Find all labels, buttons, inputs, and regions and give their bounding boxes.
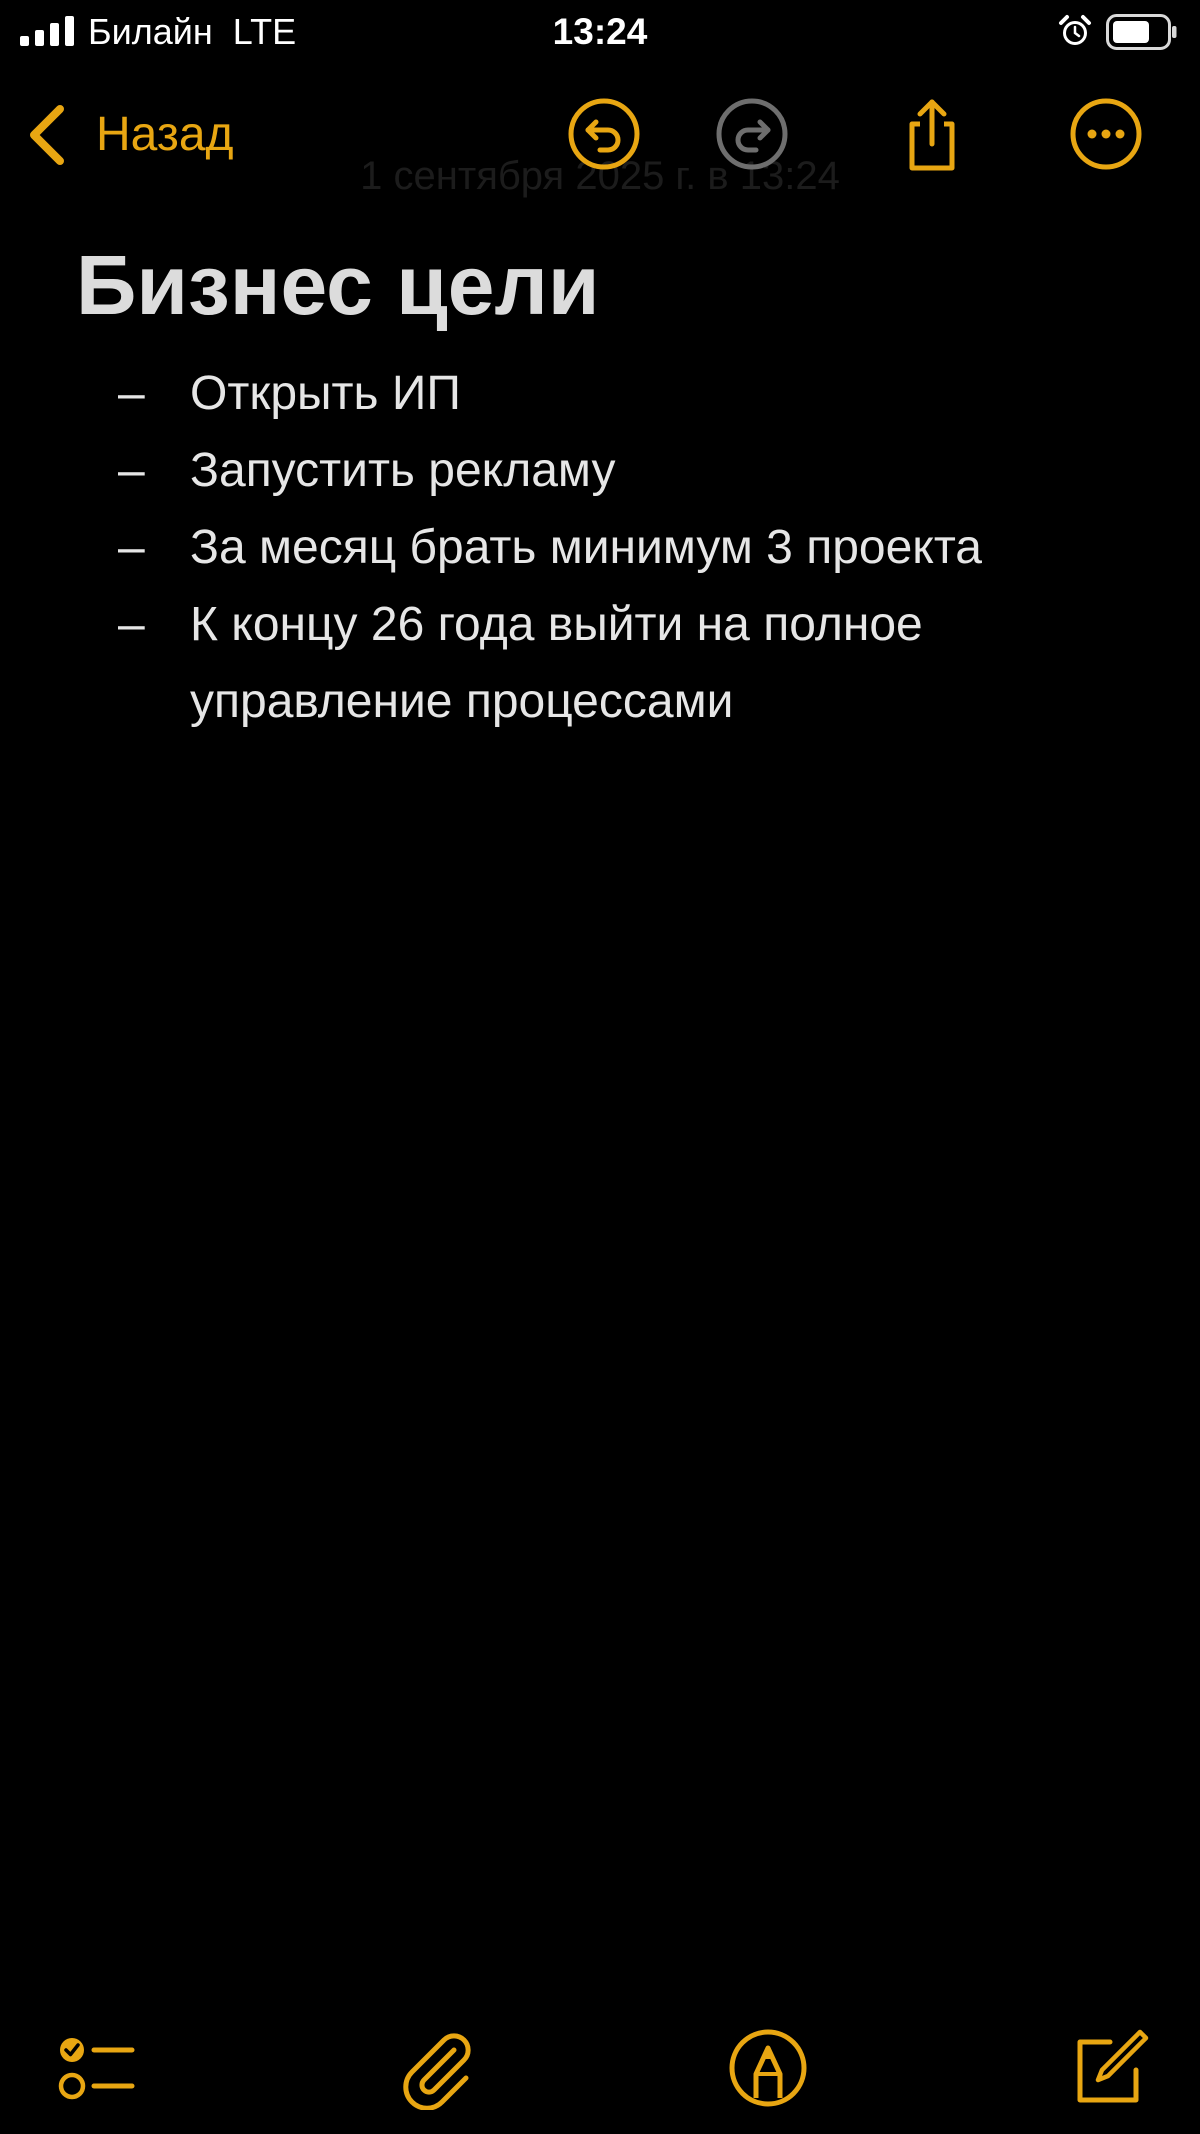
share-button[interactable] xyxy=(894,96,970,172)
undo-icon xyxy=(568,98,640,170)
redo-button[interactable] xyxy=(714,96,790,172)
paperclip-icon xyxy=(403,2033,471,2110)
list-dash: – xyxy=(118,367,145,420)
battery-icon xyxy=(1106,14,1177,50)
more-icon xyxy=(1070,98,1142,170)
list-dash: – xyxy=(118,444,145,497)
list-item-text: Открыть ИП xyxy=(190,367,461,420)
compose-icon xyxy=(1077,2029,1149,2103)
list-item: – К концу 26 года выйти на полное управл… xyxy=(0,586,1200,740)
note-list: – Открыть ИП – Запустить рекламу – За ме… xyxy=(0,355,1200,740)
compose-button[interactable] xyxy=(1066,2026,1150,2110)
share-icon xyxy=(909,99,955,171)
list-item: – Запустить рекламу xyxy=(0,432,1200,509)
redo-icon xyxy=(716,98,788,170)
chevron-left-icon xyxy=(30,105,64,165)
status-time: 13:24 xyxy=(552,11,648,52)
list-item: – За месяц брать минимум 3 проекта xyxy=(0,509,1200,586)
list-item-text: К концу 26 года выйти на полное управлен… xyxy=(190,598,923,728)
navigation-bar: 1 сентября 2025 г. в 13:24 Назад xyxy=(0,80,1200,198)
more-button[interactable] xyxy=(1068,96,1144,172)
markup-pen-icon xyxy=(729,2029,807,2107)
list-item: – Открыть ИП xyxy=(0,355,1200,432)
alarm-clock-icon xyxy=(1059,15,1091,45)
list-item-text: За месяц брать минимум 3 проекта xyxy=(190,521,982,574)
bottom-toolbar xyxy=(0,2010,1200,2120)
checklist-button[interactable] xyxy=(54,2026,138,2110)
back-button[interactable]: Назад xyxy=(24,100,234,170)
list-item-text: Запустить рекламу xyxy=(190,444,616,497)
list-dash: – xyxy=(118,598,145,651)
attachment-button[interactable] xyxy=(394,2026,478,2110)
undo-button[interactable] xyxy=(566,96,642,172)
note-title: Бизнес цели xyxy=(76,238,600,332)
checklist-icon xyxy=(58,2038,135,2100)
markup-button[interactable] xyxy=(726,2026,810,2110)
list-dash: – xyxy=(118,521,145,574)
status-bar: Билайн LTE 13:24 xyxy=(0,0,1200,66)
back-button-label: Назад xyxy=(96,108,234,161)
